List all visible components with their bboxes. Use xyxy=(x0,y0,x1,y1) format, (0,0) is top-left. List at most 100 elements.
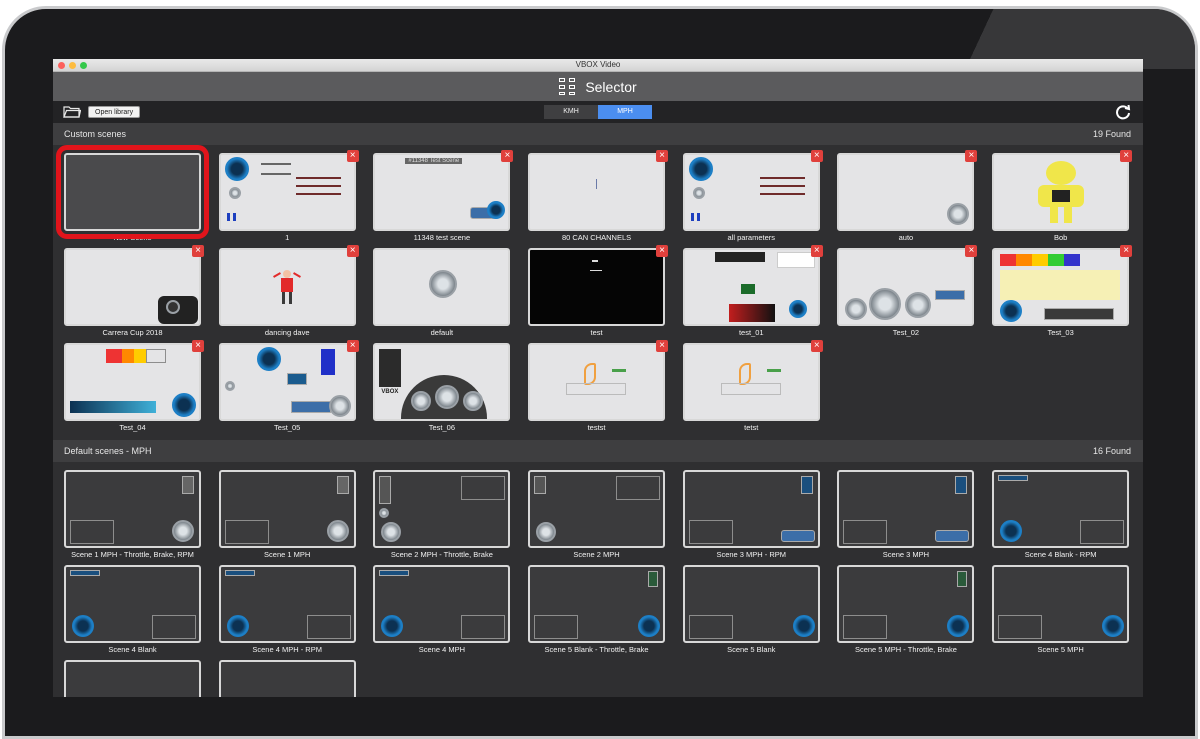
scene-tile[interactable]: Scene 1 MPH - Throttle, Brake, RPM xyxy=(64,470,201,565)
scene-tile[interactable] xyxy=(64,660,201,697)
scene-label: Scene 5 MPH - Throttle, Brake xyxy=(854,645,957,654)
scene-thumbnail xyxy=(528,248,666,326)
scene-tile[interactable]: default xyxy=(373,248,511,343)
custom-scenes-count: 19 Found xyxy=(1092,129,1131,139)
scene-tile[interactable]: Scene 4 Blank xyxy=(64,565,201,660)
default-scenes-grid: Scene 1 MPH - Throttle, Brake, RPM Scene… xyxy=(53,462,1143,697)
scene-tile[interactable]: × test_01 xyxy=(682,245,823,343)
scene-thumbnail xyxy=(218,660,356,697)
scene-tile[interactable]: × testst xyxy=(528,340,669,438)
scene-thumbnail xyxy=(992,565,1130,643)
close-icon[interactable]: × xyxy=(810,150,823,162)
scene-tile[interactable]: Scene 1 MPH xyxy=(218,470,356,565)
scene-tile[interactable]: × Test_03 xyxy=(992,245,1133,343)
scene-label: Test_06 xyxy=(428,423,456,432)
scene-tile[interactable]: Scene 5 MPH xyxy=(992,565,1130,660)
scene-label: 1 xyxy=(285,233,290,242)
default-scenes-header: Default scenes - MPH 16 Found xyxy=(53,440,1143,462)
scene-tile[interactable]: Scene 4 Blank - RPM xyxy=(992,470,1130,565)
scene-label: default xyxy=(430,328,454,337)
mph-toggle[interactable]: MPH xyxy=(598,105,652,119)
scene-tile[interactable]: × #11348 Test Scene 11348 test scene xyxy=(373,150,514,248)
scene-tile[interactable]: Scene 3 MPH - RPM xyxy=(682,470,820,565)
scene-tile[interactable]: Scene 2 MPH xyxy=(528,470,666,565)
close-icon[interactable]: × xyxy=(501,150,514,162)
close-icon[interactable]: × xyxy=(192,245,204,257)
scene-thumbnail xyxy=(373,248,511,326)
thumb-text: #11348 Test Scene xyxy=(405,158,463,164)
close-icon[interactable]: × xyxy=(965,150,978,162)
scene-thumbnail xyxy=(837,153,975,231)
scene-tile[interactable]: × auto xyxy=(837,150,978,248)
open-library-button[interactable]: Open library xyxy=(88,106,141,118)
scene-tile[interactable]: × 1 xyxy=(218,150,359,248)
scene-tile[interactable]: Scene 2 MPH - Throttle, Brake xyxy=(373,470,511,565)
close-icon[interactable]: × xyxy=(810,245,823,257)
scene-tile[interactable]: × test xyxy=(528,245,669,343)
scene-tile[interactable]: VBOX Test_06 xyxy=(373,343,511,438)
close-icon[interactable]: × xyxy=(656,340,669,352)
scene-thumbnail xyxy=(682,470,820,548)
scene-tile[interactable]: Scene 4 MPH - RPM xyxy=(218,565,356,660)
title-bar: VBOX Video xyxy=(53,59,1143,72)
scene-tile[interactable]: Scene 3 MPH xyxy=(837,470,975,565)
scene-tile[interactable]: × Test_05 xyxy=(218,340,359,438)
scene-thumbnail xyxy=(64,343,201,421)
scene-label: testst xyxy=(587,423,606,432)
close-icon[interactable]: × xyxy=(1120,150,1133,162)
scene-thumbnail xyxy=(64,565,201,643)
close-icon[interactable]: × xyxy=(346,150,359,162)
close-icon[interactable]: × xyxy=(656,245,669,257)
scene-tile[interactable]: × Test_02 xyxy=(837,245,978,343)
close-icon[interactable]: × xyxy=(656,150,669,162)
close-icon[interactable]: × xyxy=(965,245,978,257)
scene-thumbnail xyxy=(56,145,209,239)
scene-thumbnail xyxy=(528,343,666,421)
close-icon[interactable]: × xyxy=(810,340,823,352)
scene-thumbnail xyxy=(528,470,666,548)
scene-label: Scene 3 MPH - RPM xyxy=(716,550,787,559)
scene-label: Scene 1 MPH xyxy=(264,550,311,559)
kmh-toggle[interactable]: KMH xyxy=(544,105,598,119)
custom-scenes-title: Custom scenes xyxy=(64,129,127,139)
scene-tile[interactable]: × tetst xyxy=(682,340,823,438)
scene-tile-new-scene[interactable]: New Scene xyxy=(56,145,209,248)
scene-tile[interactable]: Scene 5 Blank - Throttle, Brake xyxy=(528,565,666,660)
close-icon[interactable]: × xyxy=(346,245,359,257)
scene-tile[interactable]: × Bob xyxy=(992,150,1133,248)
scene-thumbnail xyxy=(837,470,975,548)
scene-label: tetst xyxy=(744,423,759,432)
refresh-icon[interactable] xyxy=(1115,104,1131,120)
scene-tile[interactable]: × 80 CAN CHANNELS xyxy=(528,150,669,248)
scene-thumbnail xyxy=(218,248,356,326)
scene-tile[interactable] xyxy=(218,660,356,697)
close-icon[interactable]: × xyxy=(1120,245,1133,257)
scene-tile[interactable]: × dancing dave xyxy=(218,245,359,343)
default-scenes-title: Default scenes - MPH xyxy=(64,446,152,456)
scene-label: Scene 4 MPH xyxy=(418,645,466,654)
close-icon[interactable]: × xyxy=(346,340,359,352)
scene-thumbnail xyxy=(218,470,356,548)
folder-icon[interactable] xyxy=(63,105,81,118)
close-icon[interactable]: × xyxy=(192,340,204,352)
scene-label: Scene 2 MPH xyxy=(573,550,620,559)
scene-thumbnail xyxy=(64,470,201,548)
scene-thumbnail xyxy=(218,153,356,231)
scene-label: Scene 3 MPH xyxy=(882,550,930,559)
scene-label: Scene 1 MPH - Throttle, Brake, RPM xyxy=(71,550,194,559)
scene-label: Scene 4 Blank - RPM xyxy=(1024,550,1097,559)
scene-thumbnail xyxy=(992,248,1130,326)
scene-tile[interactable]: Scene 5 MPH - Throttle, Brake xyxy=(837,565,975,660)
scene-thumbnail xyxy=(373,470,511,548)
toolbar: Open library KMH MPH xyxy=(53,101,1143,123)
scene-tile[interactable]: × Test_04 xyxy=(64,340,204,438)
scene-tile[interactable]: × all parameters xyxy=(682,150,823,248)
scene-tile[interactable]: Scene 4 MPH xyxy=(373,565,511,660)
scene-thumbnail xyxy=(682,565,820,643)
app-window: VBOX Video Selector Open library KMH MPH… xyxy=(53,59,1143,697)
scene-thumbnail xyxy=(837,248,975,326)
header-bar: Selector xyxy=(53,72,1143,101)
scene-thumbnail xyxy=(373,565,511,643)
scene-tile[interactable]: × Carrera Cup 2018 xyxy=(64,245,204,343)
scene-tile[interactable]: Scene 5 Blank xyxy=(682,565,820,660)
